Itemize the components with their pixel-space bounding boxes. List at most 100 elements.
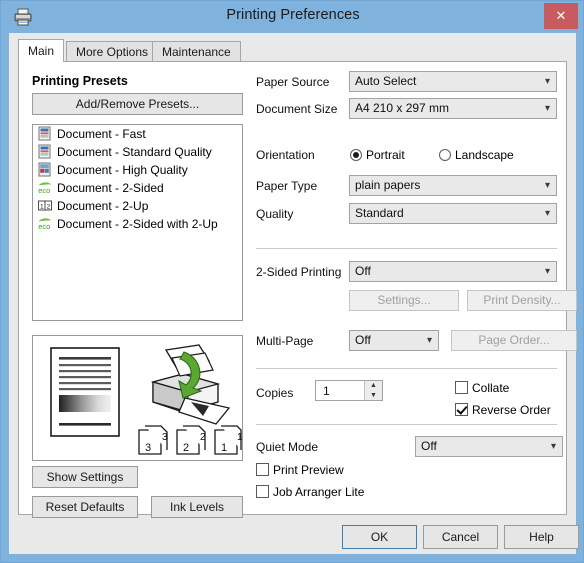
section-divider	[256, 368, 557, 369]
dialog-client-area: Main More Options Maintenance Printing P…	[9, 33, 579, 554]
collate-checkbox[interactable]: Collate	[455, 380, 509, 396]
two-sided-printing-label: 2-Sided Printing	[256, 265, 342, 279]
chevron-down-icon: ▾	[544, 208, 550, 219]
quality-select[interactable]: Standard ▾	[349, 203, 557, 224]
two-sided-settings-button[interactable]: Settings...	[349, 290, 459, 311]
print-preview-checkbox[interactable]: Print Preview	[256, 462, 344, 478]
tab-page-main: Printing Presets Add/Remove Presets... D…	[18, 61, 577, 518]
list-item-label: Document - 2-Up	[57, 199, 149, 213]
quiet-mode-value: Off	[421, 439, 437, 453]
checkbox-checked-icon	[455, 403, 468, 416]
copies-value: 1	[323, 384, 330, 398]
two-sided-printing-select[interactable]: Off ▾	[349, 261, 557, 282]
reset-defaults-button[interactable]: Reset Defaults	[32, 496, 138, 518]
page-order-button[interactable]: Page Order...	[451, 330, 577, 351]
add-remove-presets-button[interactable]: Add/Remove Presets...	[32, 93, 243, 115]
list-item-label: Document - 2-Sided	[57, 181, 164, 195]
document-size-value: A4 210 x 297 mm	[355, 101, 450, 115]
quiet-mode-select[interactable]: Off ▾	[415, 436, 563, 457]
svg-text:eco: eco	[38, 186, 50, 195]
copies-spin-buttons: ▲ ▼	[364, 381, 382, 400]
document-hq-preset-icon	[37, 162, 53, 177]
svg-text:eco: eco	[38, 222, 50, 231]
svg-text:1: 1	[40, 204, 44, 211]
orientation-landscape-radio[interactable]: Landscape	[439, 147, 514, 163]
list-item[interactable]: Document - Standard Quality	[33, 143, 242, 161]
chevron-down-icon: ▾	[550, 441, 556, 452]
quiet-mode-label: Quiet Mode	[256, 440, 319, 454]
list-item[interactable]: Document - Fast	[33, 125, 242, 143]
print-preview-illustration: 3 3 2 2 1 1	[32, 335, 243, 461]
job-arranger-lite-label: Job Arranger Lite	[273, 485, 365, 499]
document-preset-icon	[37, 144, 53, 159]
paper-type-value: plain papers	[355, 178, 421, 192]
list-item[interactable]: eco Document - 2-Sided	[33, 179, 242, 197]
paper-type-select[interactable]: plain papers ▾	[349, 175, 557, 196]
multi-page-select[interactable]: Off ▾	[349, 330, 439, 351]
reverse-order-label: Reverse Order	[472, 403, 551, 417]
copies-increment-button[interactable]: ▲	[365, 381, 382, 391]
printing-presets-heading: Printing Presets	[32, 74, 128, 88]
paper-source-label: Paper Source	[256, 75, 330, 89]
ok-button[interactable]: OK	[342, 525, 417, 549]
paper-source-value: Auto Select	[355, 74, 417, 88]
print-density-button[interactable]: Print Density...	[467, 290, 577, 311]
document-preset-icon	[37, 126, 53, 141]
checkbox-unchecked-icon	[256, 485, 269, 498]
orientation-portrait-radio[interactable]: Portrait	[350, 147, 405, 163]
svg-text:3: 3	[145, 442, 151, 454]
svg-text:2: 2	[200, 432, 206, 443]
presets-list[interactable]: Document - Fast Document - Standard Qual…	[32, 124, 243, 321]
eco-icon: eco	[37, 216, 53, 231]
radio-selected-icon	[350, 149, 362, 161]
radio-unselected-icon	[439, 149, 451, 161]
list-item-label: Document - Standard Quality	[57, 145, 212, 159]
printing-preferences-window: Printing Preferences ✕ Main More Options…	[0, 0, 584, 563]
orientation-landscape-label: Landscape	[455, 148, 514, 162]
tab-strip: Main More Options Maintenance	[18, 39, 567, 62]
svg-text:1: 1	[237, 432, 242, 443]
eco-icon: eco	[37, 180, 53, 195]
paper-source-select[interactable]: Auto Select ▾	[349, 71, 557, 92]
paper-type-label: Paper Type	[256, 179, 318, 193]
preview-graphic: 3 3 2 2 1 1	[50, 344, 242, 455]
copies-stepper[interactable]: 1 ▲ ▼	[315, 380, 383, 401]
ink-levels-button[interactable]: Ink Levels	[151, 496, 243, 518]
reverse-order-checkbox[interactable]: Reverse Order	[455, 402, 551, 418]
job-arranger-lite-checkbox[interactable]: Job Arranger Lite	[256, 484, 364, 500]
two-up-icon: 1 2	[37, 198, 53, 213]
collate-label: Collate	[472, 381, 510, 395]
list-item[interactable]: 1 2 Document - 2-Up	[33, 197, 242, 215]
copies-label: Copies	[256, 386, 294, 400]
list-item-label: Document - Fast	[57, 127, 146, 141]
section-divider	[256, 248, 557, 249]
print-preview-label: Print Preview	[273, 463, 344, 477]
tab-maintenance[interactable]: Maintenance	[152, 41, 241, 61]
orientation-label: Orientation	[256, 148, 315, 162]
tab-main[interactable]: Main	[18, 39, 65, 62]
list-item[interactable]: Document - High Quality	[33, 161, 242, 179]
svg-text:2: 2	[47, 204, 51, 211]
chevron-down-icon: ▾	[544, 76, 550, 87]
close-button[interactable]: ✕	[544, 3, 578, 29]
cancel-button[interactable]: Cancel	[423, 525, 498, 549]
help-button[interactable]: Help	[504, 525, 579, 549]
copies-decrement-button[interactable]: ▼	[365, 391, 382, 401]
checkbox-unchecked-icon	[455, 381, 468, 394]
svg-text:2: 2	[183, 442, 189, 454]
tab-more-options[interactable]: More Options	[66, 41, 159, 61]
orientation-portrait-label: Portrait	[366, 148, 405, 162]
show-settings-button[interactable]: Show Settings	[32, 466, 138, 488]
two-sided-printing-value: Off	[355, 264, 371, 278]
list-item[interactable]: eco Document - 2-Sided with 2-Up	[33, 215, 242, 233]
list-item-label: Document - 2-Sided with 2-Up	[57, 217, 218, 231]
svg-text:3: 3	[162, 432, 168, 443]
quality-value: Standard	[355, 206, 404, 220]
chevron-down-icon: ▾	[544, 103, 550, 114]
document-size-select[interactable]: A4 210 x 297 mm ▾	[349, 98, 557, 119]
section-divider	[256, 424, 557, 425]
multi-page-label: Multi-Page	[256, 334, 314, 348]
title-bar: Printing Preferences ✕	[1, 1, 584, 33]
checkbox-unchecked-icon	[256, 463, 269, 476]
window-title: Printing Preferences	[226, 7, 360, 23]
